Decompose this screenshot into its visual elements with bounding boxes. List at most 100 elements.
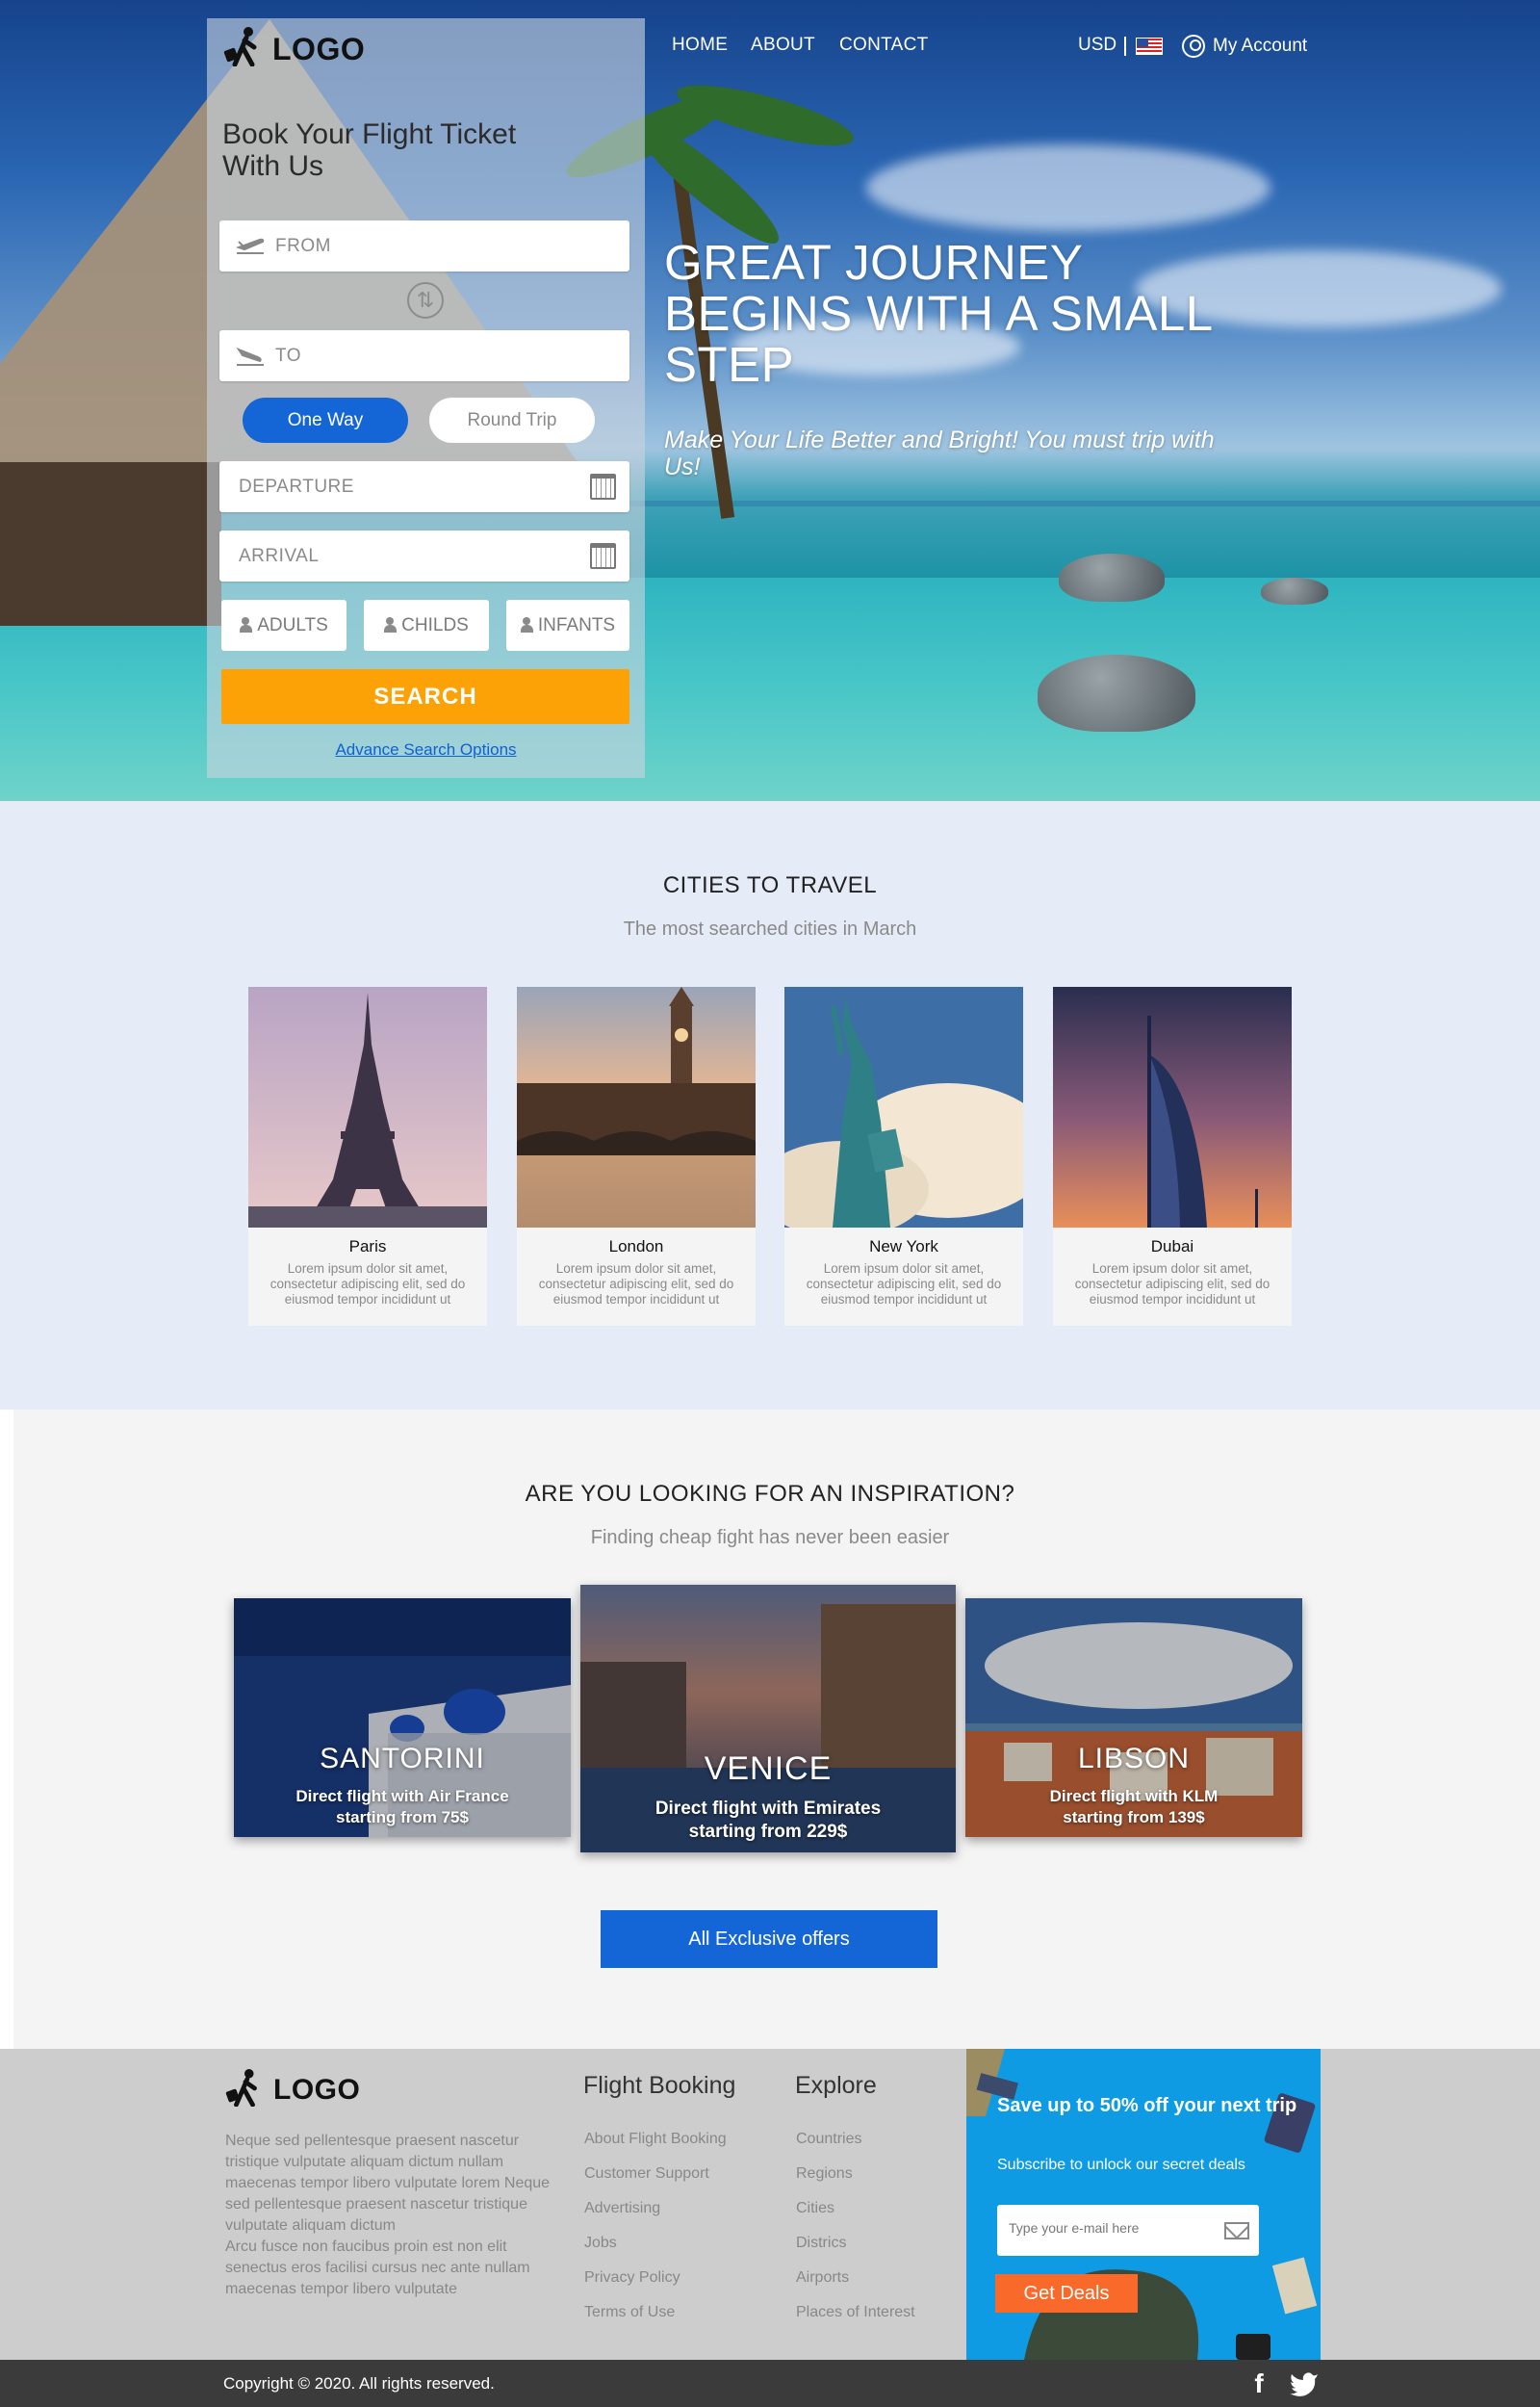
- city-name: London: [608, 1237, 664, 1255]
- destination-card-venice[interactable]: VENICE Direct flight with Emirates start…: [580, 1585, 956, 1852]
- footer-link[interactable]: Terms of Use: [584, 2304, 675, 2321]
- to-field[interactable]: TO: [219, 330, 629, 381]
- all-exclusive-offers-button[interactable]: All Exclusive offers: [601, 1910, 937, 1968]
- copyright-text: Copyright © 2020. All rights reserved.: [223, 2374, 495, 2393]
- childs-selector[interactable]: CHILDS: [364, 600, 489, 651]
- adults-selector[interactable]: ADULTS: [221, 600, 346, 651]
- city-description: Lorem ipsum dolor sit amet, consectetur …: [270, 1261, 466, 1307]
- footer-link[interactable]: About Flight Booking: [584, 2131, 727, 2148]
- hut-base: [0, 462, 221, 626]
- footer-link[interactable]: Jobs: [584, 2235, 617, 2252]
- dubai-image: [1053, 987, 1292, 1228]
- my-account-link[interactable]: My Account: [1213, 36, 1307, 57]
- facebook-icon[interactable]: f: [1247, 2368, 1270, 2399]
- rock: [1038, 655, 1195, 732]
- traveler-logo-icon: [225, 2068, 257, 2107]
- city-description: Lorem ipsum dolor sit amet, consectetur …: [538, 1261, 734, 1307]
- nav-contact[interactable]: CONTACT: [839, 35, 929, 56]
- footer-link[interactable]: Cities: [796, 2200, 834, 2217]
- mail-icon: [1224, 2222, 1249, 2239]
- explore-heading: Explore: [795, 2072, 877, 2099]
- footer: LOGO Neque sed pellentesque praesent nas…: [0, 2049, 1540, 2360]
- from-field[interactable]: FROM: [219, 220, 629, 272]
- newsletter-promo: Save up to 50% off your next trip Subscr…: [966, 2049, 1321, 2360]
- price-value: 139$: [1168, 1808, 1205, 1826]
- rock: [1261, 578, 1328, 605]
- promo-title: Save up to 50% off your next trip: [997, 2095, 1297, 2116]
- destination-name: LIBSON: [1077, 1743, 1191, 1774]
- booking-panel: LOGO Book Your Flight Ticket With Us FRO…: [207, 18, 645, 778]
- destination-price-line: starting from 229$: [580, 1822, 956, 1843]
- promo-subtitle: Subscribe to unlock our secret deals: [997, 2157, 1245, 2173]
- people-icon: [520, 617, 535, 633]
- calendar-icon[interactable]: [590, 474, 616, 500]
- cities-section: CITIES TO TRAVEL The most searched citie…: [0, 801, 1540, 1410]
- footer-link[interactable]: Advertising: [584, 2200, 660, 2217]
- destination-flight: Direct flight with Air France: [295, 1787, 509, 1805]
- departure-label: DEPARTURE: [239, 477, 354, 497]
- arrival-field[interactable]: ARRIVAL: [219, 531, 629, 582]
- price-value: 229$: [807, 1822, 848, 1842]
- cities-subtitle: The most searched cities in March: [623, 919, 917, 940]
- footer-link[interactable]: Countries: [796, 2131, 861, 2148]
- from-label: FROM: [275, 236, 331, 256]
- footer-about-text-2: Arcu fusce non faucibus proin est non el…: [225, 2239, 530, 2297]
- departure-field[interactable]: DEPARTURE: [219, 461, 629, 512]
- nav-about[interactable]: ABOUT: [751, 35, 815, 56]
- london-image: [517, 987, 756, 1228]
- round-trip-button[interactable]: Round Trip: [429, 398, 595, 443]
- footer-link[interactable]: Airports: [796, 2269, 849, 2287]
- twitter-icon[interactable]: [1290, 2371, 1319, 2396]
- city-card-dubai[interactable]: Dubai Lorem ipsum dolor sit amet, consec…: [1053, 987, 1292, 1326]
- people-icon: [240, 617, 254, 633]
- search-button[interactable]: SEARCH: [221, 669, 629, 724]
- destination-name: VENICE: [704, 1750, 833, 1787]
- copyright-bar: Copyright © 2020. All rights reserved. f: [0, 2360, 1540, 2407]
- nav-home[interactable]: HOME: [672, 35, 728, 56]
- to-label: TO: [275, 346, 302, 366]
- adults-label: ADULTS: [257, 615, 328, 635]
- footer-about-text: Neque sed pellentesque praesent nascetur…: [225, 2133, 551, 2234]
- arrival-label: ARRIVAL: [239, 546, 320, 566]
- footer-logo-text: LOGO: [273, 2074, 361, 2106]
- booking-title: Book Your Flight Ticket With Us: [222, 118, 517, 182]
- swap-icon[interactable]: ⇅: [407, 282, 444, 319]
- footer-link[interactable]: Places of Interest: [796, 2304, 915, 2321]
- footer-link[interactable]: Customer Support: [584, 2165, 709, 2183]
- new-york-image: [784, 987, 1023, 1228]
- city-card-new-york[interactable]: New York Lorem ipsum dolor sit amet, con…: [784, 987, 1023, 1326]
- infants-selector[interactable]: INFANTS: [506, 600, 629, 651]
- footer-link[interactable]: Regions: [796, 2165, 853, 2183]
- get-deals-button[interactable]: Get Deals: [995, 2274, 1138, 2313]
- destination-name: SANTORINI: [320, 1743, 485, 1774]
- destination-card-libson[interactable]: LIBSON Direct flight with KLM starting f…: [965, 1598, 1302, 1837]
- currency-selector[interactable]: USD: [1078, 35, 1116, 56]
- traveler-logo-icon: [223, 27, 257, 66]
- city-description: Lorem ipsum dolor sit amet, consectetur …: [806, 1261, 1002, 1307]
- city-card-london[interactable]: London Lorem ipsum dolor sit amet, conse…: [517, 987, 756, 1326]
- rock: [1059, 554, 1165, 602]
- footer-link[interactable]: Districs: [796, 2235, 846, 2252]
- one-way-button[interactable]: One Way: [243, 398, 408, 443]
- takeoff-icon: [235, 238, 265, 254]
- destination-price-line: starting from 75$: [234, 1808, 571, 1827]
- logo-text: LOGO: [272, 32, 366, 66]
- calendar-icon[interactable]: [590, 543, 616, 569]
- people-icon: [384, 617, 398, 633]
- advance-search-link[interactable]: Advance Search Options: [207, 740, 645, 760]
- destination-card-santorini[interactable]: SANTORINI Direct flight with Air France …: [234, 1598, 571, 1837]
- price-value: 75$: [441, 1808, 469, 1826]
- city-card-paris[interactable]: Paris Lorem ipsum dolor sit amet, consec…: [248, 987, 487, 1326]
- inspiration-section: ARE YOU LOOKING FOR AN INSPIRATION? Find…: [13, 1410, 1540, 2049]
- footer-link[interactable]: Privacy Policy: [584, 2269, 680, 2287]
- email-input[interactable]: [1009, 2220, 1220, 2236]
- cloud: [866, 144, 1270, 231]
- us-flag-icon[interactable]: [1136, 38, 1163, 55]
- email-field[interactable]: [997, 2205, 1259, 2256]
- hero-headline: GREAT JOURNEY BEGINS WITH A SMALL STEP: [664, 235, 1212, 392]
- user-icon[interactable]: [1182, 35, 1205, 58]
- nav-divider: [1124, 37, 1126, 56]
- price-prefix: starting from: [336, 1808, 442, 1826]
- destination-price-line: starting from 139$: [965, 1808, 1302, 1827]
- price-prefix: starting from: [1063, 1808, 1168, 1826]
